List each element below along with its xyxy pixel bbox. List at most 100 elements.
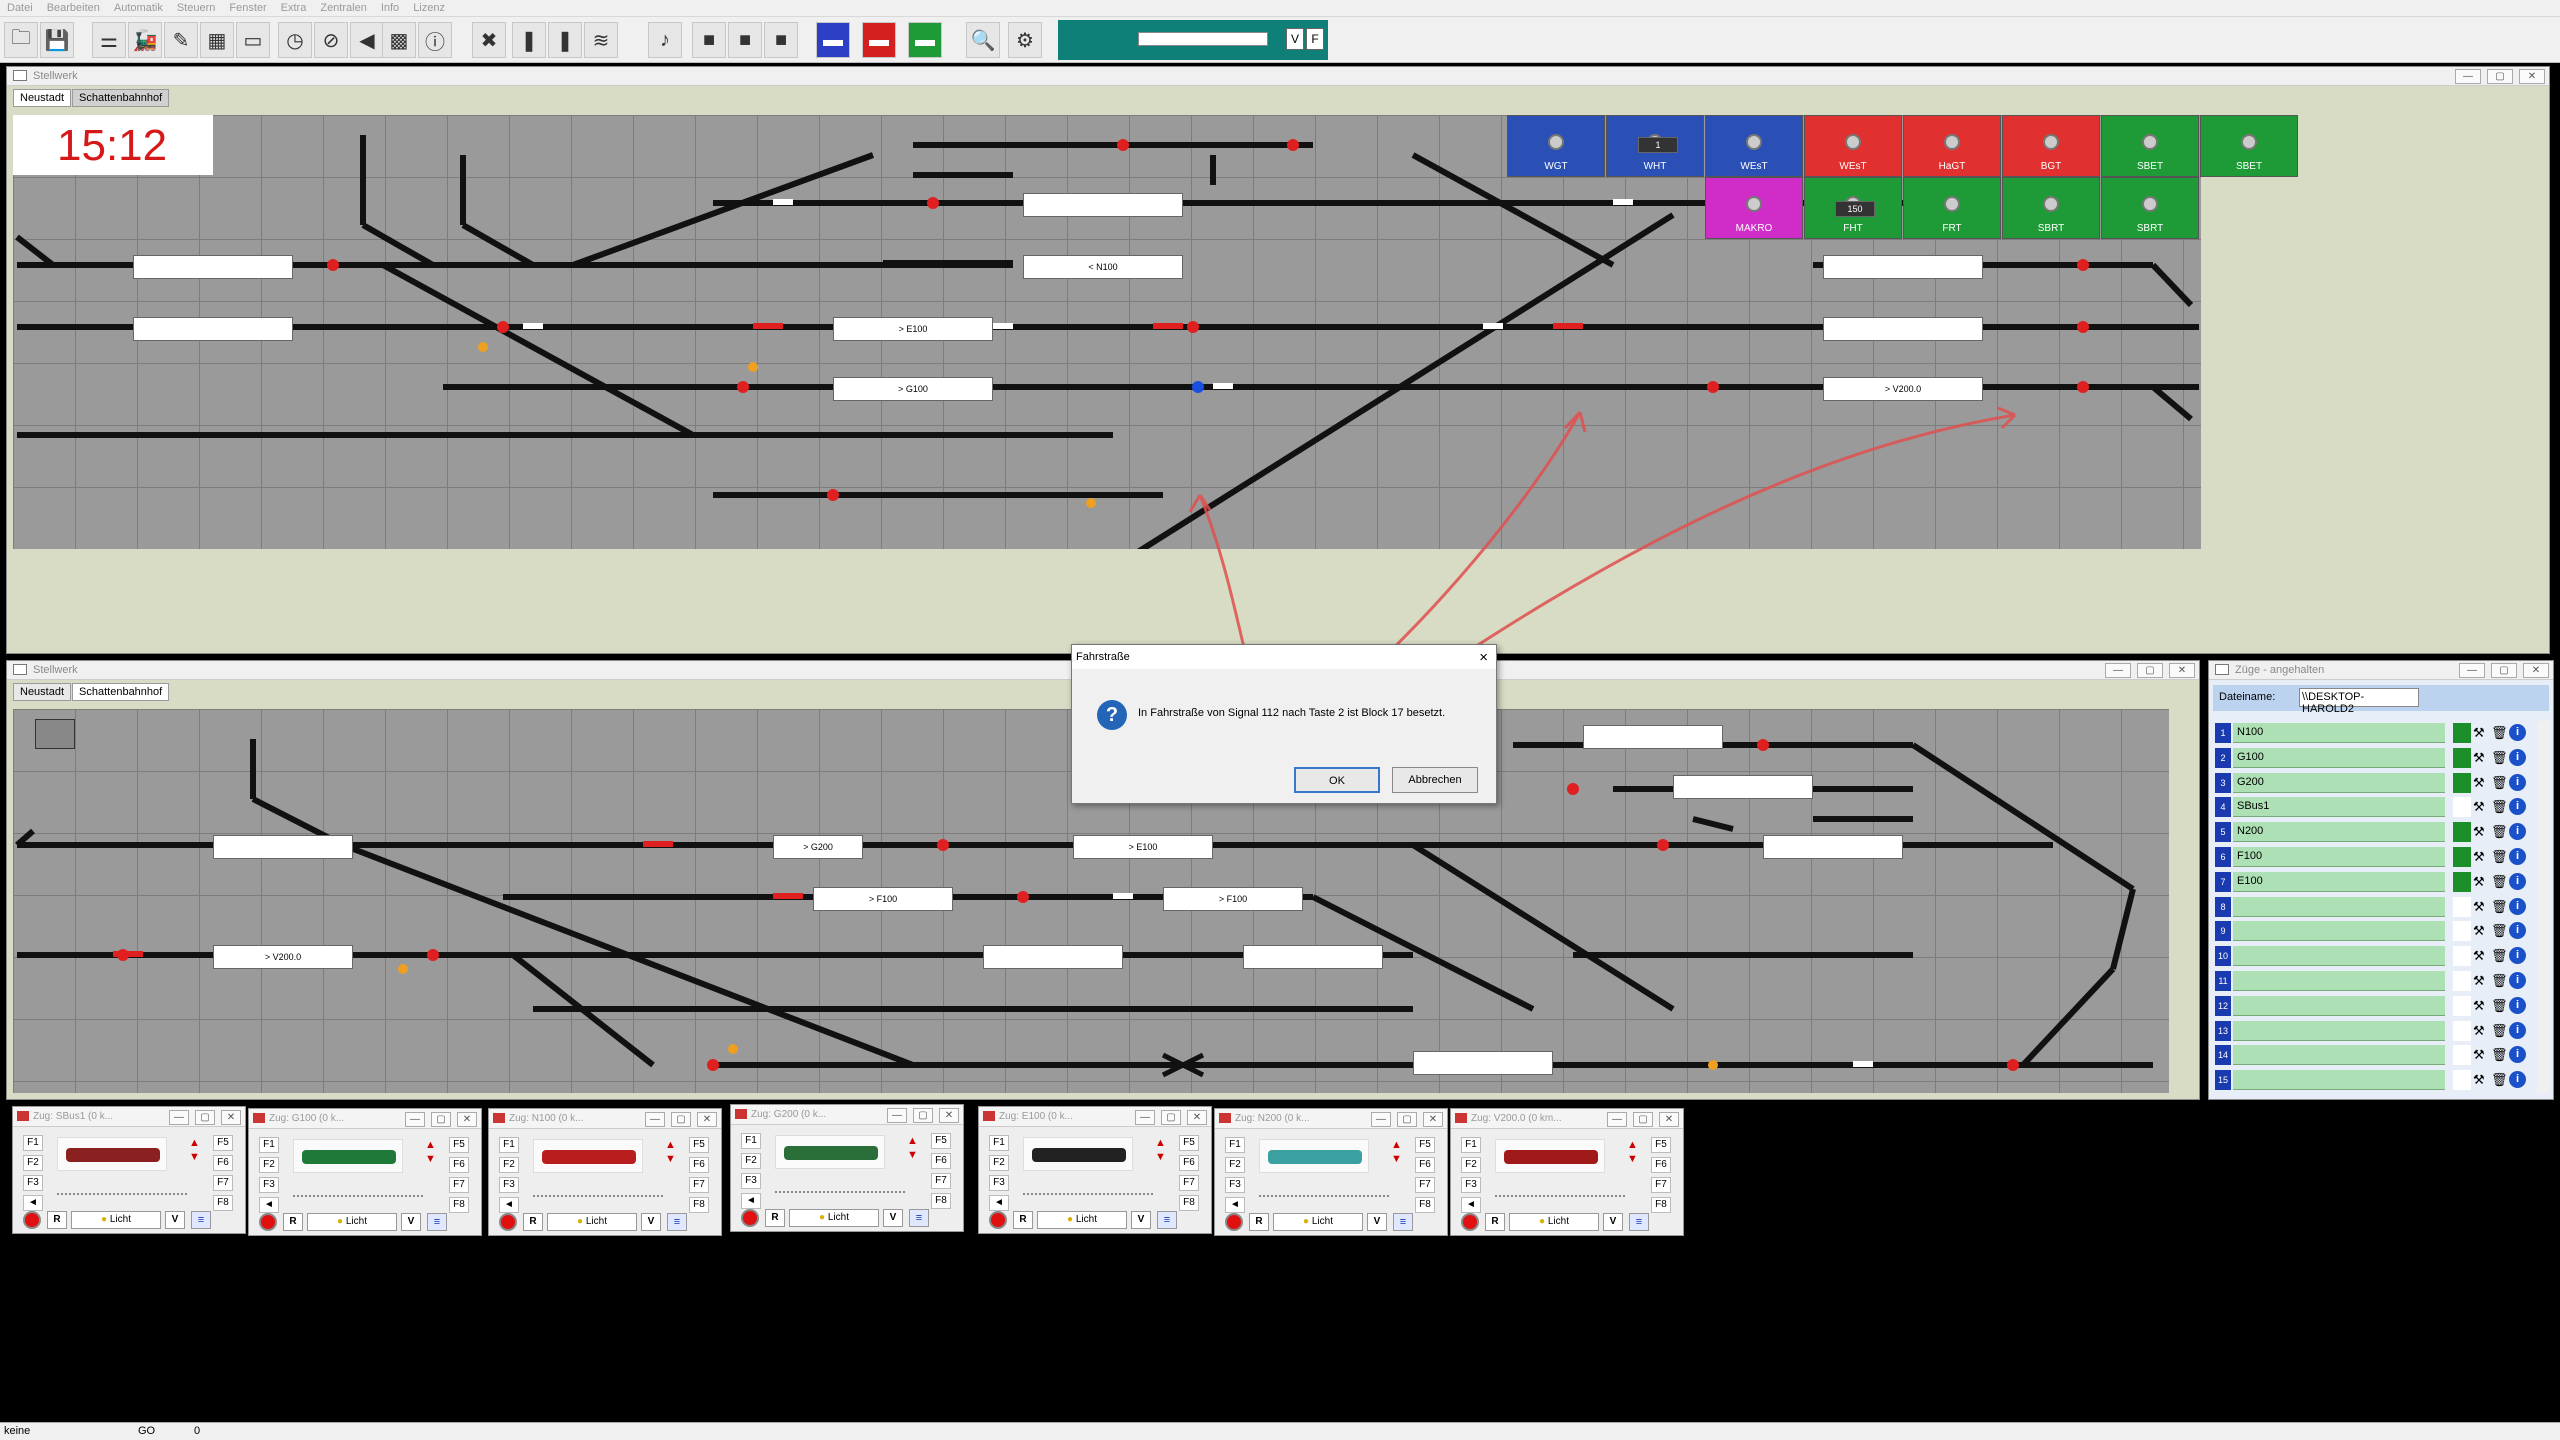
minimize-button[interactable]: — [2105, 663, 2131, 678]
function-f8-button[interactable]: F8 [449, 1197, 469, 1213]
v-button[interactable]: V [165, 1211, 185, 1229]
green-block-icon[interactable]: ■ [728, 22, 762, 58]
function-f6-button[interactable]: F6 [449, 1157, 469, 1173]
horn-icon[interactable]: ◄ [499, 1197, 519, 1213]
function-f3-button[interactable]: F3 [1461, 1177, 1481, 1193]
list-icon[interactable]: ≡ [667, 1213, 687, 1231]
info-icon[interactable]: i [2509, 848, 2526, 865]
function-f3-button[interactable]: F3 [259, 1177, 279, 1193]
function-f8-button[interactable]: F8 [1179, 1195, 1199, 1211]
direction-down-icon[interactable]: ▼ [1391, 1153, 1402, 1165]
train-name[interactable]: N200 [2233, 822, 2445, 843]
function-f7-button[interactable]: F7 [931, 1173, 951, 1189]
function-f2-button[interactable]: F2 [259, 1157, 279, 1173]
horn-icon[interactable]: ◄ [1225, 1197, 1245, 1213]
menu-zentralen[interactable]: Zentralen [313, 0, 373, 16]
function-f2-button[interactable]: F2 [1225, 1157, 1245, 1173]
function-f3-button[interactable]: F3 [741, 1173, 761, 1189]
direction-down-icon[interactable]: ▼ [1627, 1153, 1638, 1165]
minimize-button[interactable]: — [887, 1108, 907, 1123]
train-icon[interactable]: 🚂 [128, 22, 162, 58]
function-f1-button[interactable]: F1 [989, 1135, 1009, 1151]
yellow-block-icon[interactable]: ■ [692, 22, 726, 58]
stop-button[interactable] [259, 1213, 277, 1231]
block-button[interactable]: SBET [2101, 115, 2199, 177]
train-row[interactable]: 9 ⚒ 🗑 i [2215, 919, 2526, 943]
train-name[interactable] [2233, 946, 2445, 967]
function-f6-button[interactable]: F6 [689, 1157, 709, 1173]
function-f7-button[interactable]: F7 [1651, 1177, 1671, 1193]
trash-icon[interactable]: 🗑 [2491, 1047, 2508, 1063]
train-name[interactable] [2233, 1070, 2445, 1091]
list-icon[interactable]: ≡ [1157, 1211, 1177, 1229]
function-f5-button[interactable]: F5 [1179, 1135, 1199, 1151]
sound-icon[interactable]: ◀ [350, 22, 384, 58]
v-button[interactable]: V [641, 1213, 661, 1231]
train-row[interactable]: 13 ⚒ 🗑 i [2215, 1019, 2526, 1043]
speed-slider[interactable] [1259, 1195, 1389, 1199]
stop-button[interactable] [741, 1209, 759, 1227]
train-row[interactable]: 5 N200 ⚒ 🗑 i [2215, 820, 2526, 844]
horn-icon[interactable]: ◄ [741, 1193, 761, 1209]
function-f5-button[interactable]: F5 [931, 1133, 951, 1149]
maximize-button[interactable]: ▢ [431, 1112, 451, 1127]
minimize-button[interactable]: — [2455, 69, 2481, 84]
function-f5-button[interactable]: F5 [213, 1135, 233, 1151]
function-f7-button[interactable]: F7 [689, 1177, 709, 1193]
direction-down-icon[interactable]: ▼ [665, 1153, 676, 1165]
direction-down-icon[interactable]: ▼ [907, 1149, 918, 1161]
light-button[interactable]: ● Licht [789, 1209, 879, 1227]
function-f7-button[interactable]: F7 [1415, 1177, 1435, 1193]
tools-icon[interactable]: ⚒ [2473, 998, 2485, 1014]
tab-neustadt[interactable]: Neustadt [13, 89, 72, 107]
light-button[interactable]: ● Licht [547, 1213, 637, 1231]
list-icon[interactable]: ≡ [909, 1209, 929, 1227]
info-icon[interactable]: i [2509, 773, 2526, 791]
info-icon[interactable]: i [2509, 724, 2526, 741]
info-icon[interactable]: i [2509, 872, 2526, 890]
function-f1-button[interactable]: F1 [499, 1137, 519, 1153]
track-edit-icon[interactable]: ⚌ [92, 22, 126, 58]
monitor-icon[interactable]: ▭ [236, 22, 270, 58]
trash-icon[interactable]: 🗑 [2491, 799, 2508, 815]
trash-icon[interactable]: 🗑 [2491, 725, 2508, 741]
train-row[interactable]: 4 SBus1 ⚒ 🗑 i [2215, 795, 2526, 819]
tools-icon[interactable]: ⚒ [2473, 824, 2485, 840]
function-f3-button[interactable]: F3 [1225, 1177, 1245, 1193]
reverse-button[interactable]: R [1249, 1213, 1269, 1231]
trash-icon[interactable]: 🗑 [2491, 824, 2508, 840]
train-name[interactable] [2233, 1045, 2445, 1066]
reverse-button[interactable]: R [283, 1213, 303, 1231]
speed-slider[interactable] [1023, 1193, 1153, 1197]
tab-schattenbahnhof[interactable]: Schattenbahnhof [72, 89, 170, 107]
function-f8-button[interactable]: F8 [931, 1193, 951, 1209]
block-button[interactable]: WEsT [1804, 115, 1902, 177]
function-f5-button[interactable]: F5 [689, 1137, 709, 1153]
direction-up-icon[interactable]: ▲ [907, 1135, 918, 1147]
close-button[interactable]: ✕ [1659, 1112, 1679, 1127]
light-button[interactable]: ● Licht [1509, 1213, 1599, 1231]
speaker-icon[interactable]: ♪ [648, 22, 682, 58]
speed-slider[interactable] [293, 1195, 423, 1199]
drive-icon[interactable]: ✎ [164, 22, 198, 58]
trash-icon[interactable]: 🗑 [2491, 948, 2508, 964]
list-icon[interactable]: ≡ [427, 1213, 447, 1231]
direction-down-icon[interactable]: ▼ [189, 1151, 200, 1163]
function-f6-button[interactable]: F6 [1415, 1157, 1435, 1173]
cancel-button[interactable]: Abbrechen [1392, 767, 1478, 793]
tab-schattenbahnhof[interactable]: Schattenbahnhof [72, 683, 170, 701]
train-name[interactable] [2233, 921, 2445, 942]
tools-icon[interactable]: ⚒ [2473, 923, 2485, 939]
function-f8-button[interactable]: F8 [1415, 1197, 1435, 1213]
close-button[interactable]: ✕ [1187, 1110, 1207, 1125]
train-name[interactable] [2233, 995, 2445, 1016]
horn-icon[interactable]: ◄ [1461, 1197, 1481, 1213]
trash-icon[interactable]: 🗑 [2491, 899, 2508, 915]
v-button[interactable]: V [1131, 1211, 1151, 1229]
close-button[interactable]: ✕ [2523, 663, 2549, 678]
wifi-icon[interactable]: ≋ [584, 22, 618, 58]
f-button[interactable]: F [1306, 28, 1324, 50]
train-name[interactable]: F100 [2233, 847, 2445, 867]
light-button[interactable]: ● Licht [71, 1211, 161, 1229]
stop-button[interactable] [23, 1211, 41, 1229]
